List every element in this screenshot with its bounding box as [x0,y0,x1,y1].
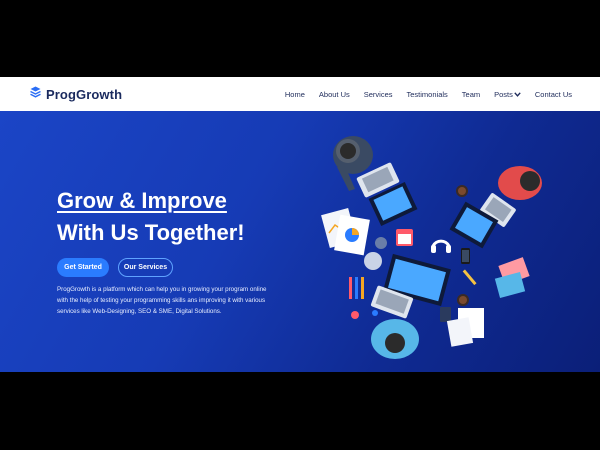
page: ProgGrowth Home About Us Services Testim… [0,0,600,450]
chevron-down-icon [514,90,521,99]
nav-posts-label: Posts [494,89,513,99]
hero-description: ProgGrowth is a platform which can help … [57,286,267,315]
hero-title-line2: With Us Together! [57,220,245,245]
main-nav: Home About Us Services Testimonials Team… [285,90,572,99]
team-workspace-illustration [321,136,542,359]
nav-team[interactable]: Team [462,90,480,99]
nav-about-us[interactable]: About Us [319,90,350,99]
nav-posts-dropdown[interactable]: Posts [494,90,521,99]
nav-home[interactable]: Home [285,90,305,99]
hero-title-line1: Grow & Improve [57,188,227,213]
hero-section: Grow & Improve With Us Together! Get Sta… [0,111,600,372]
get-started-button[interactable]: Get Started [57,258,109,277]
person-top [333,136,400,198]
layers-icon [30,85,41,103]
nav-contact-us[interactable]: Contact Us [535,90,572,99]
brand-logo[interactable]: ProgGrowth [30,85,122,103]
our-services-button[interactable]: Our Services [118,258,173,277]
nav-services[interactable]: Services [364,90,393,99]
chart-papers [321,207,370,256]
nav-testimonials[interactable]: Testimonials [407,90,448,99]
navbar: ProgGrowth Home About Us Services Testim… [0,77,600,111]
person-right [449,166,542,249]
hero-title: Grow & Improve With Us Together! [57,185,245,249]
brand-name: ProgGrowth [46,86,123,102]
